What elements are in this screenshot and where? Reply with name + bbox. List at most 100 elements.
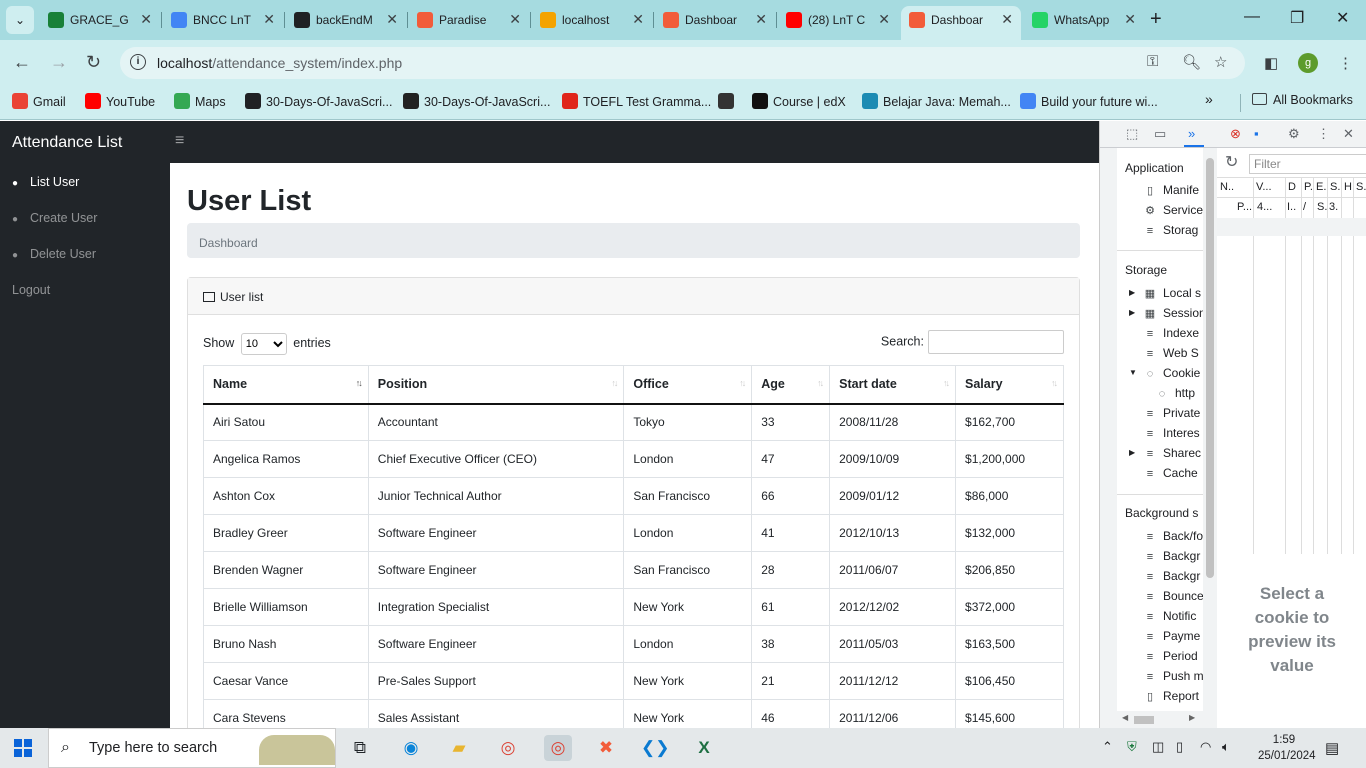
devtools-tree-item[interactable]: ≡ Web S (1143, 346, 1199, 360)
grid-cell[interactable]: 3. (1329, 201, 1338, 213)
close-window-button[interactable]: ✕ (1336, 8, 1349, 28)
devtools-tree-item[interactable]: ▦ Local s ▶ (1129, 286, 1201, 300)
app-brand[interactable]: Attendance List (12, 134, 122, 152)
tab-search-button[interactable]: ⌄ (6, 6, 34, 34)
close-tab-icon[interactable]: ✕ (509, 11, 521, 28)
expand-arrow-icon[interactable]: ▶ (1129, 448, 1135, 457)
browser-tab[interactable]: Paradise ✕ (409, 6, 529, 34)
sort-arrows-icon[interactable]: ↑↓ (1051, 378, 1058, 388)
grid-cell[interactable]: / (1303, 201, 1306, 213)
logout-link[interactable]: Logout (12, 283, 50, 297)
devtools-tree-item[interactable]: ⚙ Service (1143, 203, 1203, 217)
nav-link-list-user[interactable]: ● List User (12, 175, 79, 189)
column-header-salary[interactable]: Salary ↑↓ (955, 365, 1064, 405)
close-tab-icon[interactable]: ✕ (263, 11, 275, 28)
excel-icon[interactable]: X (690, 735, 718, 761)
expand-arrow-icon[interactable]: ▶ (1129, 308, 1135, 317)
bookmark-item[interactable]: Build your future wi... (1020, 93, 1158, 109)
grid-cell[interactable]: S. (1317, 201, 1327, 213)
windows-start-icon[interactable] (14, 739, 32, 757)
devtools-tree-item[interactable]: ▯ Manife (1143, 183, 1199, 197)
scroll-right-icon[interactable]: ▶ (1189, 713, 1195, 722)
hscroll-thumb[interactable] (1134, 716, 1154, 724)
sidebar-horizontal-scrollbar[interactable]: ◀ ▶ (1117, 711, 1203, 728)
new-tab-button[interactable]: + (1150, 8, 1162, 31)
close-tab-icon[interactable]: ✕ (386, 11, 398, 28)
bookmark-item[interactable]: YouTube (85, 93, 155, 109)
column-header-office[interactable]: Office ↑↓ (623, 365, 753, 405)
bookmark-item[interactable]: Course | edX (752, 93, 846, 109)
vscode-icon[interactable]: ❮❯ (641, 735, 670, 761)
devtools-tree-item[interactable]: ≡ Payme (1143, 629, 1201, 643)
password-key-icon[interactable]: ⚿ (1147, 53, 1158, 70)
devtools-tree-item[interactable]: ≡ Storag (1143, 223, 1199, 237)
browser-tab[interactable]: Dashboar ✕ (655, 6, 775, 34)
bookmark-item[interactable]: TOEFL Test Gramma... (562, 93, 711, 109)
browser-tab[interactable]: WhatsApp ✕ (1024, 6, 1144, 34)
more-bookmarks-chevron-icon[interactable]: » (1205, 91, 1213, 107)
address-bar[interactable]: i localhost/attendance_system/index.php … (120, 47, 1245, 79)
devtools-tree-item[interactable]: ≡ Interes (1143, 426, 1200, 440)
grid-column-header[interactable]: D (1288, 181, 1296, 193)
sort-arrows-icon[interactable]: ↑↓ (817, 378, 824, 388)
grid-cell[interactable]: 4... (1257, 201, 1272, 213)
close-devtools-icon[interactable]: ✕ (1343, 126, 1354, 142)
devtools-tree-item[interactable]: ◌ http (1155, 386, 1195, 400)
close-tab-icon[interactable]: ✕ (1001, 11, 1013, 28)
chrome-active-icon[interactable]: ◎ (544, 735, 572, 761)
security-shield-icon[interactable]: ⛨ (1127, 739, 1137, 755)
settings-gear-icon[interactable]: ⚙ (1288, 126, 1300, 142)
more-tabs-icon[interactable]: » (1188, 126, 1195, 141)
entries-select[interactable]: 10 (240, 333, 287, 355)
reload-button[interactable]: ↻ (86, 52, 101, 73)
grid-column-header[interactable]: H (1344, 181, 1352, 193)
grid-column-header[interactable]: E. (1316, 181, 1326, 193)
devtools-tree-item[interactable]: ≡ Push m (1143, 669, 1203, 683)
close-tab-icon[interactable]: ✕ (755, 11, 767, 28)
search-input[interactable] (928, 330, 1064, 354)
taskbar-clock[interactable]: 1:59 25/01/2024 (1258, 732, 1316, 764)
grid-column-header[interactable]: V... (1256, 181, 1272, 193)
sidebar-scrollbar[interactable] (1203, 148, 1217, 728)
menu-kebab-icon[interactable]: ⋮ (1338, 54, 1353, 72)
nav-link-create-user[interactable]: ● Create User (12, 211, 97, 225)
sort-arrows-icon[interactable]: ↑↓ (611, 378, 618, 388)
sidebar-toggle-icon[interactable]: ≡ (175, 132, 184, 150)
side-panel-icon[interactable]: ◧ (1264, 54, 1278, 72)
devtools-tree-item[interactable]: ≡ Back/fo (1143, 529, 1203, 543)
close-tab-icon[interactable]: ✕ (1124, 11, 1136, 28)
battery-icon[interactable]: ▯ (1176, 739, 1183, 755)
browser-tab[interactable]: GRACE_G ✕ (40, 6, 160, 34)
cookie-filter-input[interactable]: Filter (1249, 154, 1366, 174)
devtools-tree-item[interactable]: ≡ Private (1143, 406, 1201, 420)
close-tab-icon[interactable]: ✕ (140, 11, 152, 28)
volume-icon[interactable]: 🔈︎ (1222, 739, 1230, 755)
grid-column-header[interactable]: S. (1330, 181, 1340, 193)
expand-arrow-icon[interactable]: ▶ (1129, 288, 1135, 297)
devtools-tree-item[interactable]: ▦ Session ▶ (1129, 306, 1203, 320)
issues-icon[interactable]: ▪ (1254, 126, 1259, 141)
xampp-icon[interactable]: ✖ (592, 735, 620, 761)
error-count-icon[interactable]: ⊗ (1230, 126, 1241, 142)
grid-column-header[interactable]: S. (1356, 181, 1366, 193)
browser-tab[interactable]: (28) LnT C ✕ (778, 6, 898, 34)
devtools-tree-item[interactable]: ≡ Backgr (1143, 549, 1201, 563)
devtools-tree-item[interactable]: ≡ Period (1143, 649, 1198, 663)
column-header-start-date[interactable]: Start date ↑↓ (829, 365, 957, 405)
bookmark-star-icon[interactable]: ☆ (1214, 53, 1227, 71)
back-button[interactable]: ← (13, 52, 31, 73)
taskbar-search-box[interactable]: ⌕ Type here to search (48, 728, 336, 768)
minimize-button[interactable]: — (1244, 8, 1260, 26)
devtools-tree-item[interactable]: ≡ Cache (1143, 466, 1198, 480)
zoom-icon[interactable]: 🔍︎ (1182, 53, 1201, 71)
device-toolbar-icon[interactable]: ▭ (1154, 126, 1166, 142)
nav-link-delete-user[interactable]: ● Delete User (12, 247, 96, 261)
file-explorer-icon[interactable]: ▰ (445, 735, 473, 761)
bookmark-item[interactable]: 30-Days-Of-JavaScri... (403, 93, 550, 109)
show-hidden-icons-chevron[interactable]: ⌃ (1102, 739, 1113, 755)
camera-icon[interactable]: ◫ (1152, 739, 1164, 755)
all-bookmarks-button[interactable]: All Bookmarks (1252, 93, 1353, 107)
task-view-icon[interactable]: ⧉ (346, 735, 374, 761)
grid-cell[interactable]: I.. (1287, 201, 1296, 213)
browser-tab[interactable]: BNCC LnT ✕ (163, 6, 283, 34)
